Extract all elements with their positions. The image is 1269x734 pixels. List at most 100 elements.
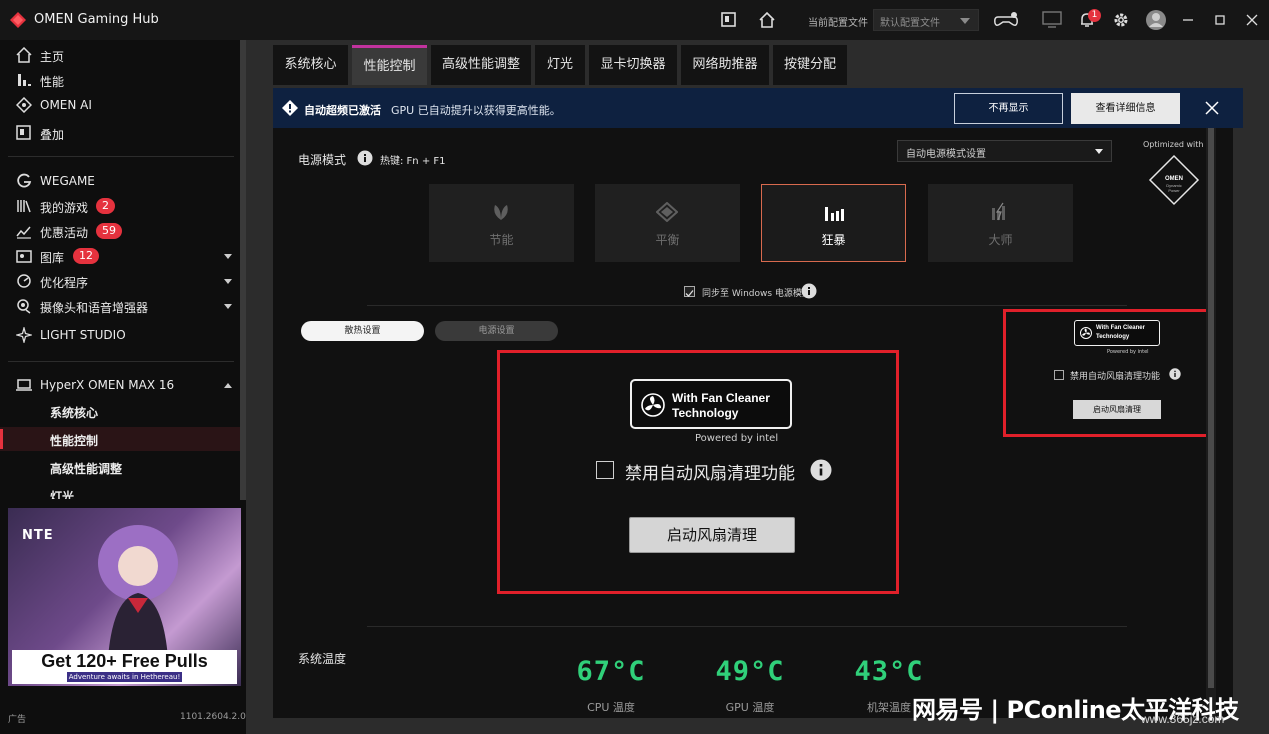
tab-lighting[interactable]: 灯光 (535, 45, 585, 85)
sidebar-item-home[interactable]: 主页 (0, 43, 240, 67)
sidebar-item-omen-ai[interactable]: OMEN AI (0, 93, 240, 117)
panel-scrollbar-thumb[interactable] (1208, 128, 1214, 688)
disable-auto-fan-clean-checkbox[interactable] (1054, 370, 1064, 380)
power-mode-select-value: 自动电源模式设置 (906, 149, 986, 160)
version-text: 1101.2604.2.0 (180, 712, 246, 722)
close-icon[interactable] (1204, 100, 1220, 116)
count-badge: 12 (73, 248, 99, 264)
omen-logo-icon (10, 12, 26, 28)
system-temperature-label: 系统温度 (298, 652, 347, 666)
home-icon[interactable] (758, 11, 776, 29)
dont-show-again-button[interactable]: 不再显示 (954, 93, 1063, 124)
gear-icon[interactable] (1112, 11, 1130, 29)
gallery-icon (16, 250, 32, 263)
monitor-icon[interactable] (1042, 11, 1062, 29)
ad-cta-text: Get 120+ Free Pulls (41, 651, 208, 671)
chevron-up-icon[interactable] (224, 383, 232, 388)
tab-performance-control[interactable]: 性能控制 (352, 45, 427, 85)
start-fan-clean-button[interactable]: 启动风扇清理 (629, 517, 795, 553)
fan-cleaner-logo-line2: Technology (1096, 334, 1130, 340)
leaf-icon (494, 205, 508, 220)
close-icon[interactable] (1244, 12, 1260, 28)
cpu-temp-label: CPU 温度 (587, 701, 635, 714)
fan-icon (641, 393, 665, 417)
fan-cleaner-widget: With Fan Cleaner Technology Powered by i… (1003, 309, 1215, 437)
profile-select[interactable]: 默认配置文件 (873, 9, 979, 31)
sidebar-subitem-lighting[interactable]: 灯光 (0, 483, 240, 499)
start-fan-clean-button[interactable]: 启动风扇清理 (1073, 400, 1161, 419)
ad-cta[interactable]: Get 120+ Free Pulls Adventure awaits in … (12, 650, 237, 684)
panel-scrollbar[interactable] (1206, 128, 1216, 718)
disable-auto-fan-clean-checkbox[interactable] (596, 461, 614, 479)
tab-system-core[interactable]: 系统核心 (273, 45, 348, 85)
fan-cleaner-zoom-highlight: With Fan Cleaner Technology Powered by i… (497, 350, 899, 594)
check-icon (685, 290, 694, 297)
overlay-icon (16, 125, 31, 140)
maximize-icon[interactable] (1212, 12, 1228, 28)
mode-card-eco[interactable]: 节能 (429, 184, 574, 262)
power-mode-select[interactable]: 自动电源模式设置 (897, 140, 1112, 162)
sidebar-item-overlay[interactable]: 叠加 (0, 121, 240, 145)
info-icon[interactable] (801, 283, 817, 299)
home-icon (16, 47, 32, 63)
sidebar-item-gallery[interactable]: 图库 12 (0, 244, 240, 268)
mode-card-balanced[interactable]: 平衡 (595, 184, 740, 262)
bars-icon (825, 207, 844, 221)
sidebar-item-label: 性能 (40, 75, 65, 89)
omen-ai-icon (16, 97, 32, 113)
sidebar-subitem-label: 高级性能调整 (50, 462, 123, 476)
gamepad-icon[interactable] (994, 11, 1020, 29)
sidebar-item-label: HyperX OMEN MAX 16 (40, 378, 175, 392)
sidebar-item-device[interactable]: HyperX OMEN MAX 16 (0, 373, 240, 397)
sidebar-subitem-performance-control[interactable]: 性能控制 (0, 427, 240, 451)
sidebar-item-label: 摄像头和语音增强器 (40, 301, 149, 315)
info-icon[interactable] (1169, 368, 1181, 380)
sidebar-item-camera-voice[interactable]: 摄像头和语音增强器 (0, 294, 240, 318)
balance-icon (656, 202, 678, 222)
tab-key-assignment[interactable]: 按键分配 (773, 45, 847, 85)
sidebar-item-performance[interactable]: 性能 (0, 68, 240, 92)
sidebar-subitem-advanced-tuning[interactable]: 高级性能调整 (0, 455, 240, 479)
optimized-with-label: Optimized with (1143, 140, 1204, 149)
performance-icon (18, 74, 31, 86)
sidebar-divider (8, 156, 234, 157)
tab-gpu-switcher[interactable]: 显卡切换器 (589, 45, 677, 85)
subtab-cooling-settings[interactable]: 散热设置 (301, 321, 424, 341)
info-icon[interactable] (810, 459, 832, 481)
view-details-button[interactable]: 查看详细信息 (1071, 93, 1180, 124)
info-icon[interactable] (357, 150, 373, 166)
chevron-down-icon[interactable] (224, 279, 232, 284)
sidebar-item-light-studio[interactable]: LIGHT STUDIO (0, 323, 240, 347)
chevron-down-icon (960, 18, 970, 24)
ad-label: 广告 (8, 715, 27, 725)
sidebar-item-label: OMEN AI (40, 98, 92, 112)
alert-icon (282, 100, 298, 116)
disable-auto-fan-clean-label: 禁用自动风扇清理功能 (625, 464, 795, 484)
minimize-icon[interactable] (1180, 12, 1196, 28)
sidebar-item-deals[interactable]: 优惠活动 59 (0, 219, 240, 243)
watermark-url: www.365jz.com (1141, 712, 1225, 726)
tab-network-booster[interactable]: 网络助推器 (681, 45, 769, 85)
mode-label: 平衡 (655, 233, 680, 247)
mode-card-master[interactable]: 大师 (928, 184, 1073, 262)
sidebar-item-my-games[interactable]: 我的游戏 2 (0, 194, 240, 218)
sidebar-item-label: 优化程序 (40, 276, 89, 290)
powered-by-intel: Powered by intel (1107, 349, 1149, 355)
fan-cleaner-logo: With Fan Cleaner Technology (1074, 320, 1160, 346)
deals-icon (16, 226, 31, 239)
sidebar-item-optimizer[interactable]: 优化程序 (0, 269, 240, 293)
profile-select-value: 默认配置文件 (880, 18, 940, 29)
fan-icon (1080, 327, 1092, 339)
sync-windows-power-checkbox[interactable] (684, 286, 695, 297)
overlay-icon[interactable] (720, 11, 738, 29)
chevron-down-icon[interactable] (224, 254, 232, 259)
chevron-down-icon[interactable] (224, 304, 232, 309)
sidebar-item-wegame[interactable]: WEGAME (0, 169, 240, 193)
subtab-power-settings[interactable]: 电源设置 (435, 321, 558, 341)
mode-card-performance[interactable]: 狂暴 (761, 184, 906, 262)
count-badge: 2 (96, 198, 115, 214)
tab-advanced-tuning[interactable]: 高级性能调整 (431, 45, 531, 85)
avatar[interactable] (1145, 9, 1167, 31)
ad-banner[interactable]: NTE Get 120+ Free Pulls Adventure awaits… (8, 508, 241, 686)
sidebar-subitem-system-core[interactable]: 系统核心 (0, 399, 240, 423)
